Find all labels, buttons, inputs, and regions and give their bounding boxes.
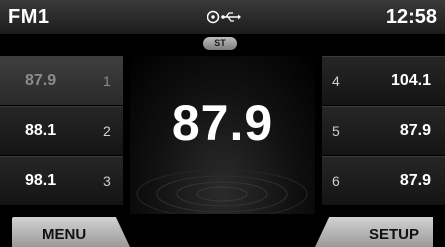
current-frequency-display: 87.9 xyxy=(130,56,315,214)
preset-frequency: 87.9 xyxy=(399,172,431,189)
menu-button-label: MENU xyxy=(42,226,87,243)
preset-number: 1 xyxy=(103,73,111,89)
status-icons-graphic xyxy=(207,10,241,24)
menu-button[interactable]: MENU xyxy=(12,217,130,247)
preset-button-4[interactable]: 4 104.1 xyxy=(322,56,445,106)
preset-frequency: 87.9 xyxy=(399,122,431,139)
preset-number: 5 xyxy=(332,123,340,139)
stereo-badge: ST xyxy=(203,37,237,50)
preset-frequency: 88.1 xyxy=(25,122,57,139)
band-label: FM1 xyxy=(8,6,50,28)
preset-button-5[interactable]: 5 87.9 xyxy=(322,106,445,156)
preset-frequency: 98.1 xyxy=(25,172,57,189)
preset-frequency: 87.9 xyxy=(25,72,57,89)
status-bar: FM1 12:58 xyxy=(0,0,445,34)
preset-button-2[interactable]: 88.1 2 xyxy=(0,106,123,156)
radio-screen: FM1 12:58 ST 87.9 1 88.1 2 98.1 3 87.9 4… xyxy=(0,0,445,247)
setup-button[interactable]: SETUP xyxy=(315,217,433,247)
disc-icon xyxy=(207,10,220,24)
preset-button-1[interactable]: 87.9 1 xyxy=(0,56,123,106)
preset-frequency: 104.1 xyxy=(390,72,431,89)
preset-button-6[interactable]: 6 87.9 xyxy=(322,156,445,206)
preset-number: 2 xyxy=(103,123,111,139)
current-frequency: 87.9 xyxy=(171,95,274,151)
preset-number: 4 xyxy=(332,73,340,89)
clock: 12:58 xyxy=(385,6,437,28)
status-icons xyxy=(207,9,241,25)
preset-number: 6 xyxy=(332,173,340,189)
setup-button-label: SETUP xyxy=(368,226,419,243)
usb-icon xyxy=(221,12,241,22)
softkey-bar: MENU SETUP xyxy=(0,214,445,247)
preset-number: 3 xyxy=(103,173,111,189)
preset-button-3[interactable]: 98.1 3 xyxy=(0,156,123,206)
